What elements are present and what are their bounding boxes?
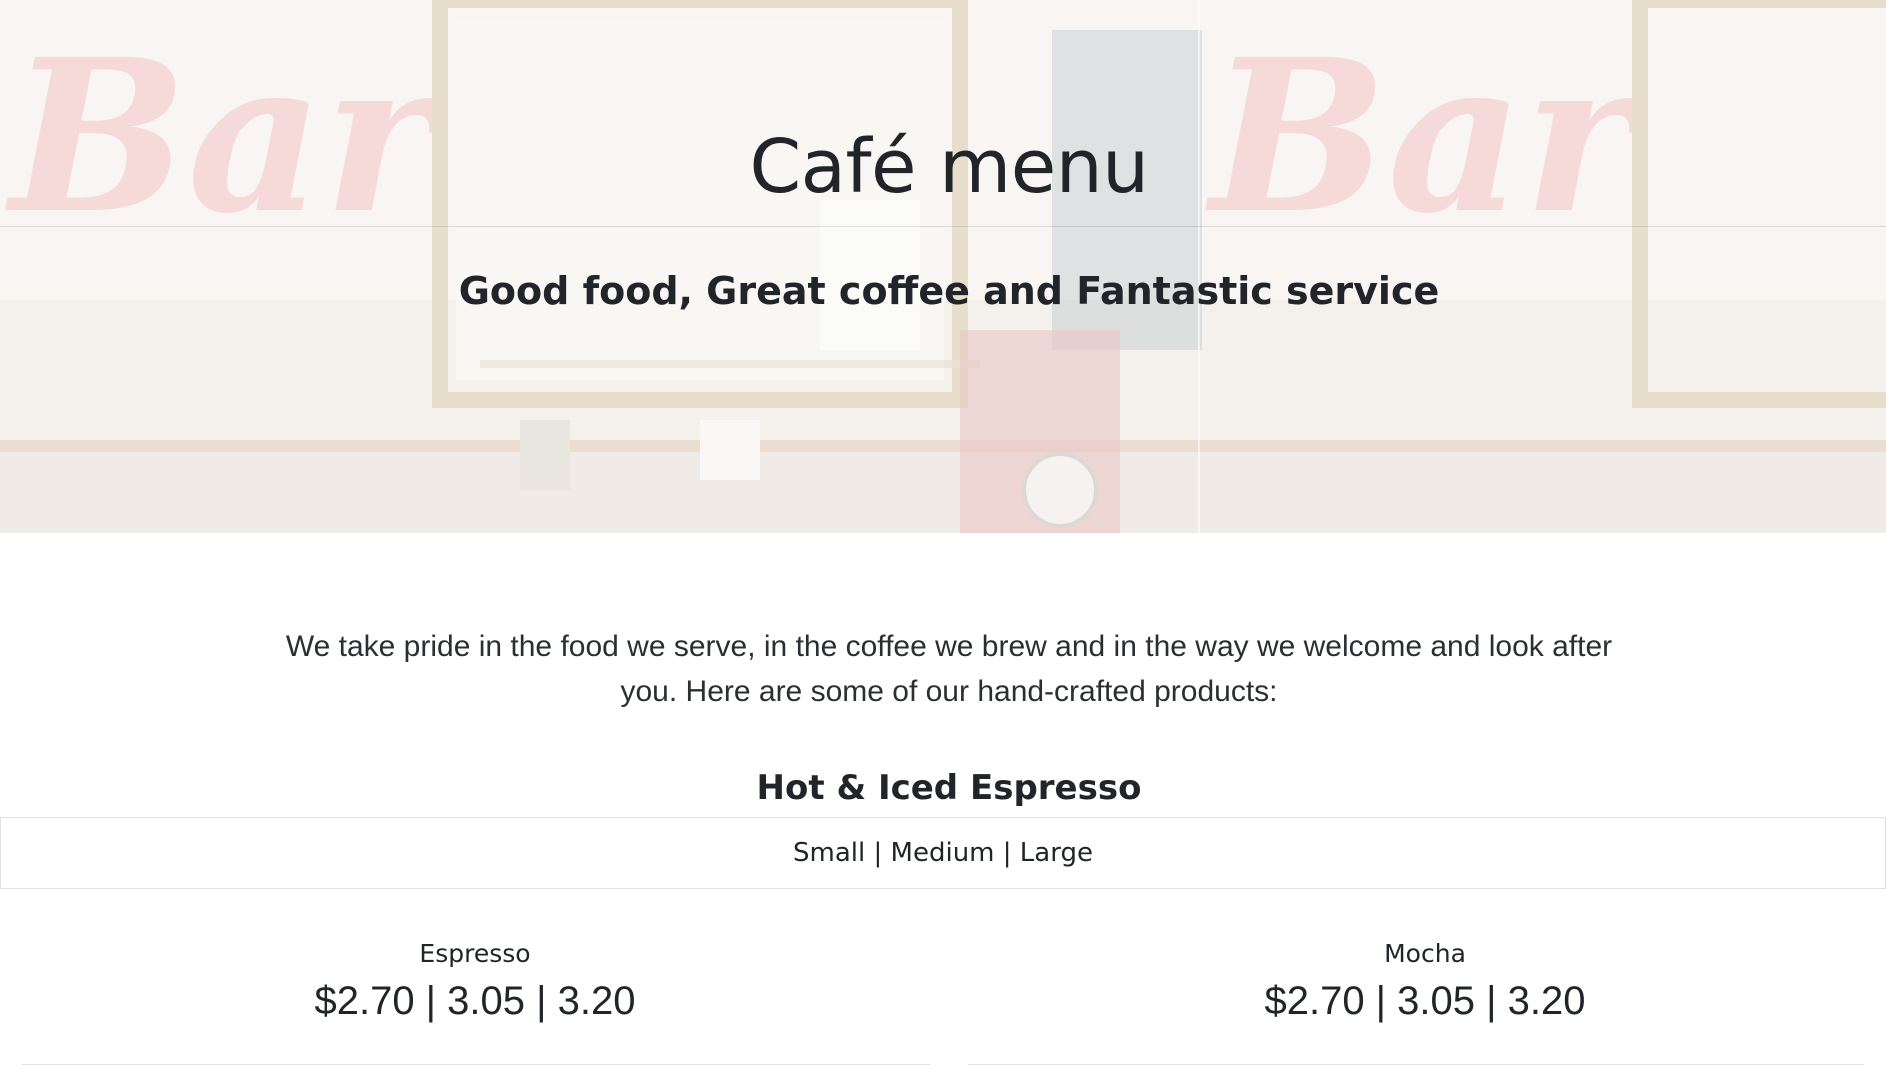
section-title: Hot & Iced Espresso (756, 768, 1142, 808)
menu-item: Mocha $2.70 | 3.05 | 3.20 (1145, 936, 1705, 1028)
menu-item-price: $2.70 | 3.05 | 3.20 (1264, 979, 1586, 1023)
menu-item-name: Mocha (1384, 939, 1466, 968)
item-divider (968, 1064, 1864, 1065)
hero-banner: Bar Bar Café menu Good food, Great coffe… (0, 0, 1886, 533)
menu-item-price: $2.70 | 3.05 | 3.20 (314, 979, 636, 1023)
hero-divider (0, 226, 1886, 227)
page-title: Café menu (749, 124, 1149, 210)
menu-item-name: Espresso (419, 939, 531, 968)
item-divider (22, 1064, 930, 1065)
sizes-bar: Small | Medium | Large (0, 817, 1886, 889)
menu-item: Espresso $2.70 | 3.05 | 3.20 (195, 936, 755, 1028)
intro-text: We take pride in the food we serve, in t… (285, 630, 1613, 708)
page-subtitle: Good food, Great coffee and Fantastic se… (458, 269, 1440, 313)
